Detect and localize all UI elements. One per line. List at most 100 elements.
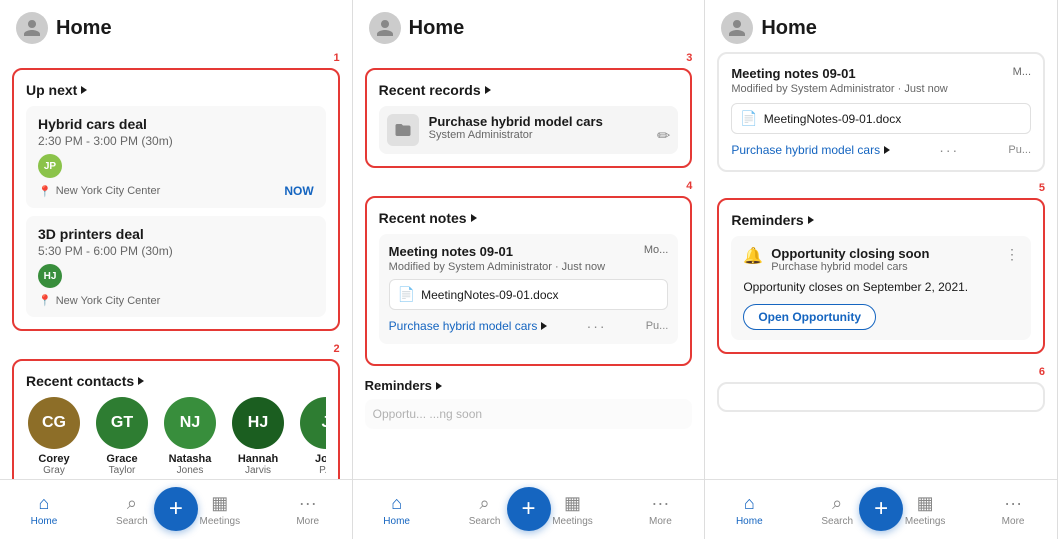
- reminders-chevron: [436, 382, 442, 390]
- note-link-1[interactable]: Purchase hybrid model cars: [389, 319, 548, 333]
- recent-records-title-row[interactable]: Recent records: [379, 82, 491, 98]
- note-file-name-3: MeetingNotes-09-01.docx: [764, 112, 901, 126]
- meetings-icon-1: ▦: [211, 493, 228, 514]
- search-icon-3: ⌕: [832, 493, 842, 514]
- nav-meetings-2-label: Meetings: [552, 516, 593, 527]
- more-dots-1[interactable]: ···: [587, 318, 607, 334]
- nav-home-3[interactable]: ⌂ Home: [705, 493, 793, 527]
- upnext-location-1: 📍 New York City Center: [38, 185, 160, 198]
- panel-2-title: Home: [409, 17, 465, 40]
- contact-name-gt: Grace: [106, 453, 137, 465]
- upnext-title-row[interactable]: Up next: [26, 82, 87, 98]
- contact-circle-gt: GT: [96, 397, 148, 449]
- recent-contacts-card: Recent contacts CG Corey Gray GT Grace T…: [12, 359, 340, 479]
- note-link-3[interactable]: Purchase hybrid model cars: [731, 143, 890, 157]
- contact-cg[interactable]: CG Corey Gray: [26, 397, 82, 476]
- reminders-title-row[interactable]: Reminders: [731, 212, 813, 228]
- nav-home-2[interactable]: ⌂ Home: [353, 493, 441, 527]
- contact-gt[interactable]: GT Grace Taylor: [94, 397, 150, 476]
- meetings-icon-2: ▦: [564, 493, 581, 514]
- recent-contacts-header: Recent contacts: [26, 373, 326, 389]
- upnext-item-2[interactable]: 3D printers deal 5:30 PM - 6:00 PM (30m)…: [26, 216, 326, 317]
- reminders-chevron-main: [808, 216, 814, 224]
- recent-notes-title-row[interactable]: Recent notes: [379, 210, 477, 226]
- nav-plus-1[interactable]: +: [154, 487, 198, 531]
- note-link-text-3: Purchase hybrid model cars: [731, 143, 880, 157]
- reminder-header-1: 🔔 Opportunity closing soon Purchase hybr…: [743, 246, 1019, 273]
- panel-1-content: 1 Up next Hybrid cars deal 2:30 PM - 3:0…: [0, 52, 352, 479]
- reminder-text-block: Opportunity closing soon Purchase hybrid…: [771, 246, 929, 273]
- contacts-row: CG Corey Gray GT Grace Taylor NJ Natasha…: [26, 397, 326, 476]
- reminders-mini[interactable]: Reminders: [365, 378, 693, 393]
- nav-home-1[interactable]: ⌂ Home: [0, 493, 88, 527]
- nav-plus-3[interactable]: +: [859, 487, 903, 531]
- reminder-item-1[interactable]: 🔔 Opportunity closing soon Purchase hybr…: [731, 236, 1031, 340]
- note-link-text-1: Purchase hybrid model cars: [389, 319, 538, 333]
- meeting-notes-title-3: Meeting notes 09-01: [731, 66, 1012, 81]
- contact-name-hj: Hannah: [238, 453, 278, 465]
- nav-home-1-label: Home: [31, 516, 58, 527]
- nav-search-1-label: Search: [116, 516, 148, 527]
- reminder-dots[interactable]: ⋮: [1005, 246, 1019, 263]
- avatar-2: [369, 12, 401, 44]
- contact-hj[interactable]: HJ Hannah Jarvis: [230, 397, 286, 476]
- contact-name-j: Jo...: [315, 453, 326, 465]
- nav-search-3-label: Search: [821, 516, 853, 527]
- bell-icon: 🔔: [743, 246, 763, 266]
- contact-last-cg: Gray: [43, 465, 65, 476]
- recent-records-header: Recent records: [379, 82, 679, 98]
- meetings-icon-3: ▦: [917, 493, 934, 514]
- meeting-notes-card-top[interactable]: Meeting notes 09-01 Modified by System A…: [717, 52, 1045, 172]
- contact-circle-hj: HJ: [232, 397, 284, 449]
- recent-contacts-title-row[interactable]: Recent contacts: [26, 373, 144, 389]
- avatar-3: [721, 12, 753, 44]
- recent-notes-card: Recent notes Meeting notes 09-01 Modifie…: [365, 196, 693, 366]
- badge-4: 4: [365, 180, 693, 192]
- home-icon-3: ⌂: [744, 493, 755, 514]
- upnext-location-1-text: New York City Center: [56, 185, 161, 197]
- note-item-1[interactable]: Meeting notes 09-01 Modified by System A…: [379, 234, 679, 344]
- location-icon-1: 📍: [38, 185, 52, 198]
- panel-2-header: Home: [353, 0, 705, 52]
- edit-icon-1: ✏: [657, 126, 670, 146]
- upnext-location-2-text: New York City Center: [56, 295, 161, 307]
- nav-more-3[interactable]: ··· More: [969, 493, 1057, 527]
- note-top: Meeting notes 09-01 Modified by System A…: [389, 244, 669, 273]
- more-dots-3[interactable]: ···: [939, 142, 959, 158]
- meeting-top-3: Meeting notes 09-01 Modified by System A…: [731, 66, 1031, 95]
- record-icon-1: [387, 114, 419, 146]
- contact-last-nj: Jones: [177, 465, 204, 476]
- reminders-mini-label: Reminders: [365, 378, 432, 393]
- reminders-preview: Opportu... ...ng soon: [365, 399, 693, 429]
- avatar: [16, 12, 48, 44]
- reminders-label: Reminders: [731, 212, 803, 228]
- upnext-item-1-footer: 📍 New York City Center NOW: [38, 184, 314, 198]
- contact-last-j: P...: [319, 465, 326, 476]
- contact-j[interactable]: J Jo... P...: [298, 397, 326, 476]
- badge-1: 1: [12, 52, 340, 64]
- panel-2-content: 3 Recent records Purchase hybrid model c…: [353, 52, 705, 479]
- location-icon-2: 📍: [38, 294, 52, 307]
- note-title-1: Meeting notes 09-01: [389, 244, 644, 259]
- nav-more-2[interactable]: ··· More: [616, 493, 704, 527]
- nav-home-2-label: Home: [383, 516, 410, 527]
- upnext-chevron: [81, 86, 87, 94]
- contact-name-nj: Natasha: [169, 453, 212, 465]
- record-info-1: Purchase hybrid model cars System Admini…: [429, 114, 647, 141]
- upnext-header: Up next: [26, 82, 326, 98]
- note-left: Meeting notes 09-01 Modified by System A…: [389, 244, 644, 273]
- record-item-1[interactable]: Purchase hybrid model cars System Admini…: [379, 106, 679, 154]
- contact-nj[interactable]: NJ Natasha Jones: [162, 397, 218, 476]
- recent-notes-chevron: [471, 214, 477, 222]
- panel-3-content: Meeting notes 09-01 Modified by System A…: [705, 52, 1057, 479]
- nav-more-1[interactable]: ··· More: [264, 493, 352, 527]
- badge-3: 3: [365, 52, 693, 64]
- nav-plus-2[interactable]: +: [507, 487, 551, 531]
- upnext-item-2-footer: 📍 New York City Center: [38, 294, 314, 307]
- upnext-item-1[interactable]: Hybrid cars deal 2:30 PM - 3:00 PM (30m)…: [26, 106, 326, 208]
- note-link-chevron: [541, 322, 547, 330]
- recent-records-label-2: Recent records: [379, 82, 481, 98]
- contact-circle-j: J: [300, 397, 326, 449]
- docx-icon-1: 📄: [398, 286, 415, 303]
- open-opportunity-button[interactable]: Open Opportunity: [743, 304, 876, 330]
